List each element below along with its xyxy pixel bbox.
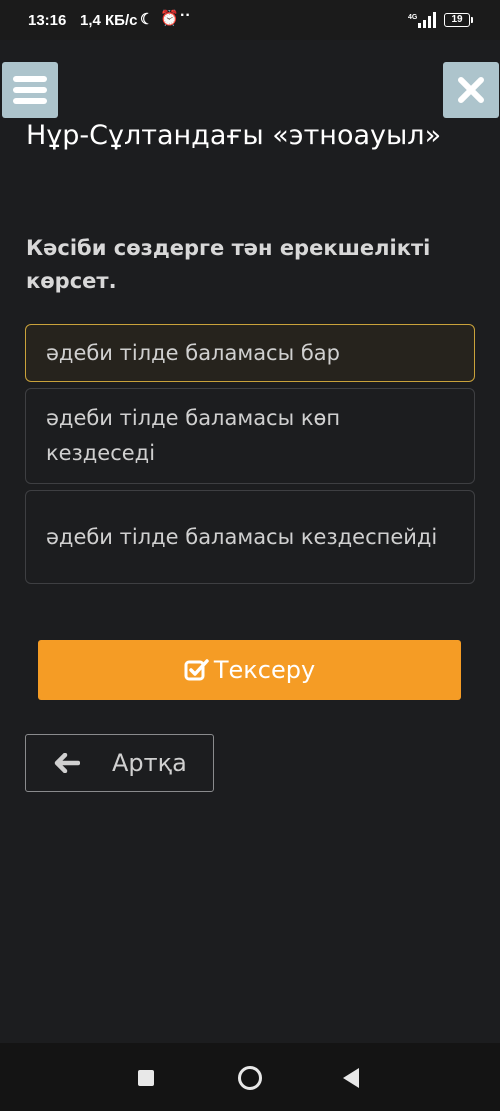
battery-level: 19 bbox=[451, 14, 463, 25]
checkbox-check-icon bbox=[184, 659, 209, 681]
arrow-left-icon bbox=[54, 753, 80, 773]
system-nav-bar bbox=[0, 1043, 500, 1111]
close-icon bbox=[458, 77, 484, 103]
hamburger-icon-bar bbox=[13, 87, 47, 93]
answer-option-3[interactable]: әдеби тілде баламасы кездеспейді bbox=[25, 490, 475, 584]
check-button-label: Тексеру bbox=[213, 656, 316, 684]
answer-option-label: әдеби тілде баламасы кездеспейді bbox=[46, 524, 438, 549]
lesson-title: Нұр-Сұлтандағы «этноауыл» bbox=[26, 120, 442, 151]
status-time: 13:16 bbox=[28, 12, 67, 29]
recent-apps-icon[interactable] bbox=[138, 1070, 154, 1086]
hamburger-icon bbox=[13, 76, 47, 82]
network-type: 4G bbox=[408, 14, 418, 21]
back-triangle-icon[interactable] bbox=[343, 1068, 359, 1088]
battery-icon: 19 bbox=[444, 13, 473, 27]
back-button-label: Артқа bbox=[112, 749, 187, 777]
alarm-icon: ⏰ bbox=[160, 10, 179, 27]
answer-option-label: әдеби тілде баламасы көп кездеседі bbox=[46, 406, 341, 465]
status-speed: 1,4 КБ/с bbox=[80, 12, 138, 29]
home-icon[interactable] bbox=[238, 1066, 262, 1090]
answer-option-1[interactable]: әдеби тілде баламасы бар bbox=[25, 324, 475, 382]
moon-icon: ☾ bbox=[140, 11, 154, 28]
signal-icon bbox=[418, 12, 436, 28]
menu-button[interactable] bbox=[2, 62, 58, 118]
check-button[interactable]: Тексеру bbox=[38, 640, 461, 700]
hamburger-icon-bar bbox=[13, 98, 47, 104]
status-bar: 13:16 1,4 КБ/с ☾ ⏰ ·· 4G 19 bbox=[0, 0, 500, 40]
answer-option-label: әдеби тілде баламасы бар bbox=[46, 340, 341, 365]
more-dots-icon: ·· bbox=[180, 7, 191, 24]
question-text: Кәсіби сөздерге тән ерекшелікті көрсет. bbox=[26, 236, 431, 293]
back-button[interactable]: Артқа bbox=[25, 734, 214, 792]
close-button[interactable] bbox=[443, 62, 499, 118]
answer-option-2[interactable]: әдеби тілде баламасы көп кездеседі bbox=[25, 388, 475, 484]
